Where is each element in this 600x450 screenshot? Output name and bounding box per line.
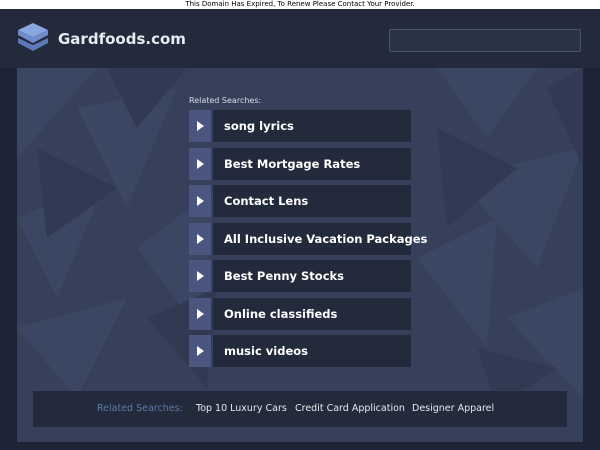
- arrow-right-icon: [189, 335, 211, 367]
- related-link[interactable]: Contact Lens: [189, 185, 411, 217]
- related-link-label: song lyrics: [213, 110, 411, 142]
- bottom-related-title: Related Searches:: [97, 403, 183, 414]
- related-link-label: All Inclusive Vacation Packages: [213, 222, 427, 255]
- domain-expired-notice: This Domain Has Expired, To Renew Please…: [0, 0, 600, 9]
- main-panel: Related Searches: song lyrics Best Mortg…: [17, 68, 583, 442]
- arrow-right-icon: [189, 260, 211, 292]
- related-link-label: music videos: [213, 335, 411, 367]
- related-link-label: Contact Lens: [213, 185, 411, 217]
- related-link[interactable]: Best Mortgage Rates: [189, 147, 411, 180]
- arrow-right-icon: [189, 222, 211, 255]
- bottom-related-bar: Related Searches: Top 10 Luxury Cars Cre…: [33, 391, 567, 427]
- site-header: Gardfoods.com: [0, 9, 600, 68]
- bottom-related-link[interactable]: Top 10 Luxury Cars: [196, 391, 287, 427]
- footer-strip: [0, 442, 600, 450]
- related-searches-title: Related Searches:: [189, 96, 262, 105]
- related-link[interactable]: music videos: [189, 335, 411, 367]
- related-link[interactable]: Online classifieds: [189, 297, 411, 330]
- site-name[interactable]: Gardfoods.com: [58, 30, 186, 48]
- related-link-label: Online classifieds: [213, 297, 411, 330]
- arrow-right-icon: [189, 147, 211, 180]
- related-link[interactable]: song lyrics: [189, 110, 411, 142]
- related-link[interactable]: All Inclusive Vacation Packages: [189, 222, 427, 255]
- bottom-related-link[interactable]: Credit Card Application: [295, 391, 405, 427]
- arrow-right-icon: [189, 185, 211, 217]
- layers-stack-icon: [18, 23, 48, 51]
- related-link[interactable]: Best Penny Stocks: [189, 260, 411, 292]
- bottom-related-link[interactable]: Designer Apparel: [412, 391, 494, 427]
- arrow-right-icon: [189, 110, 211, 142]
- search-input[interactable]: [389, 29, 581, 52]
- arrow-right-icon: [189, 297, 211, 330]
- related-search-list: song lyrics Best Mortgage Rates Contact …: [189, 110, 427, 373]
- related-link-label: Best Mortgage Rates: [213, 147, 411, 180]
- related-link-label: Best Penny Stocks: [213, 260, 411, 292]
